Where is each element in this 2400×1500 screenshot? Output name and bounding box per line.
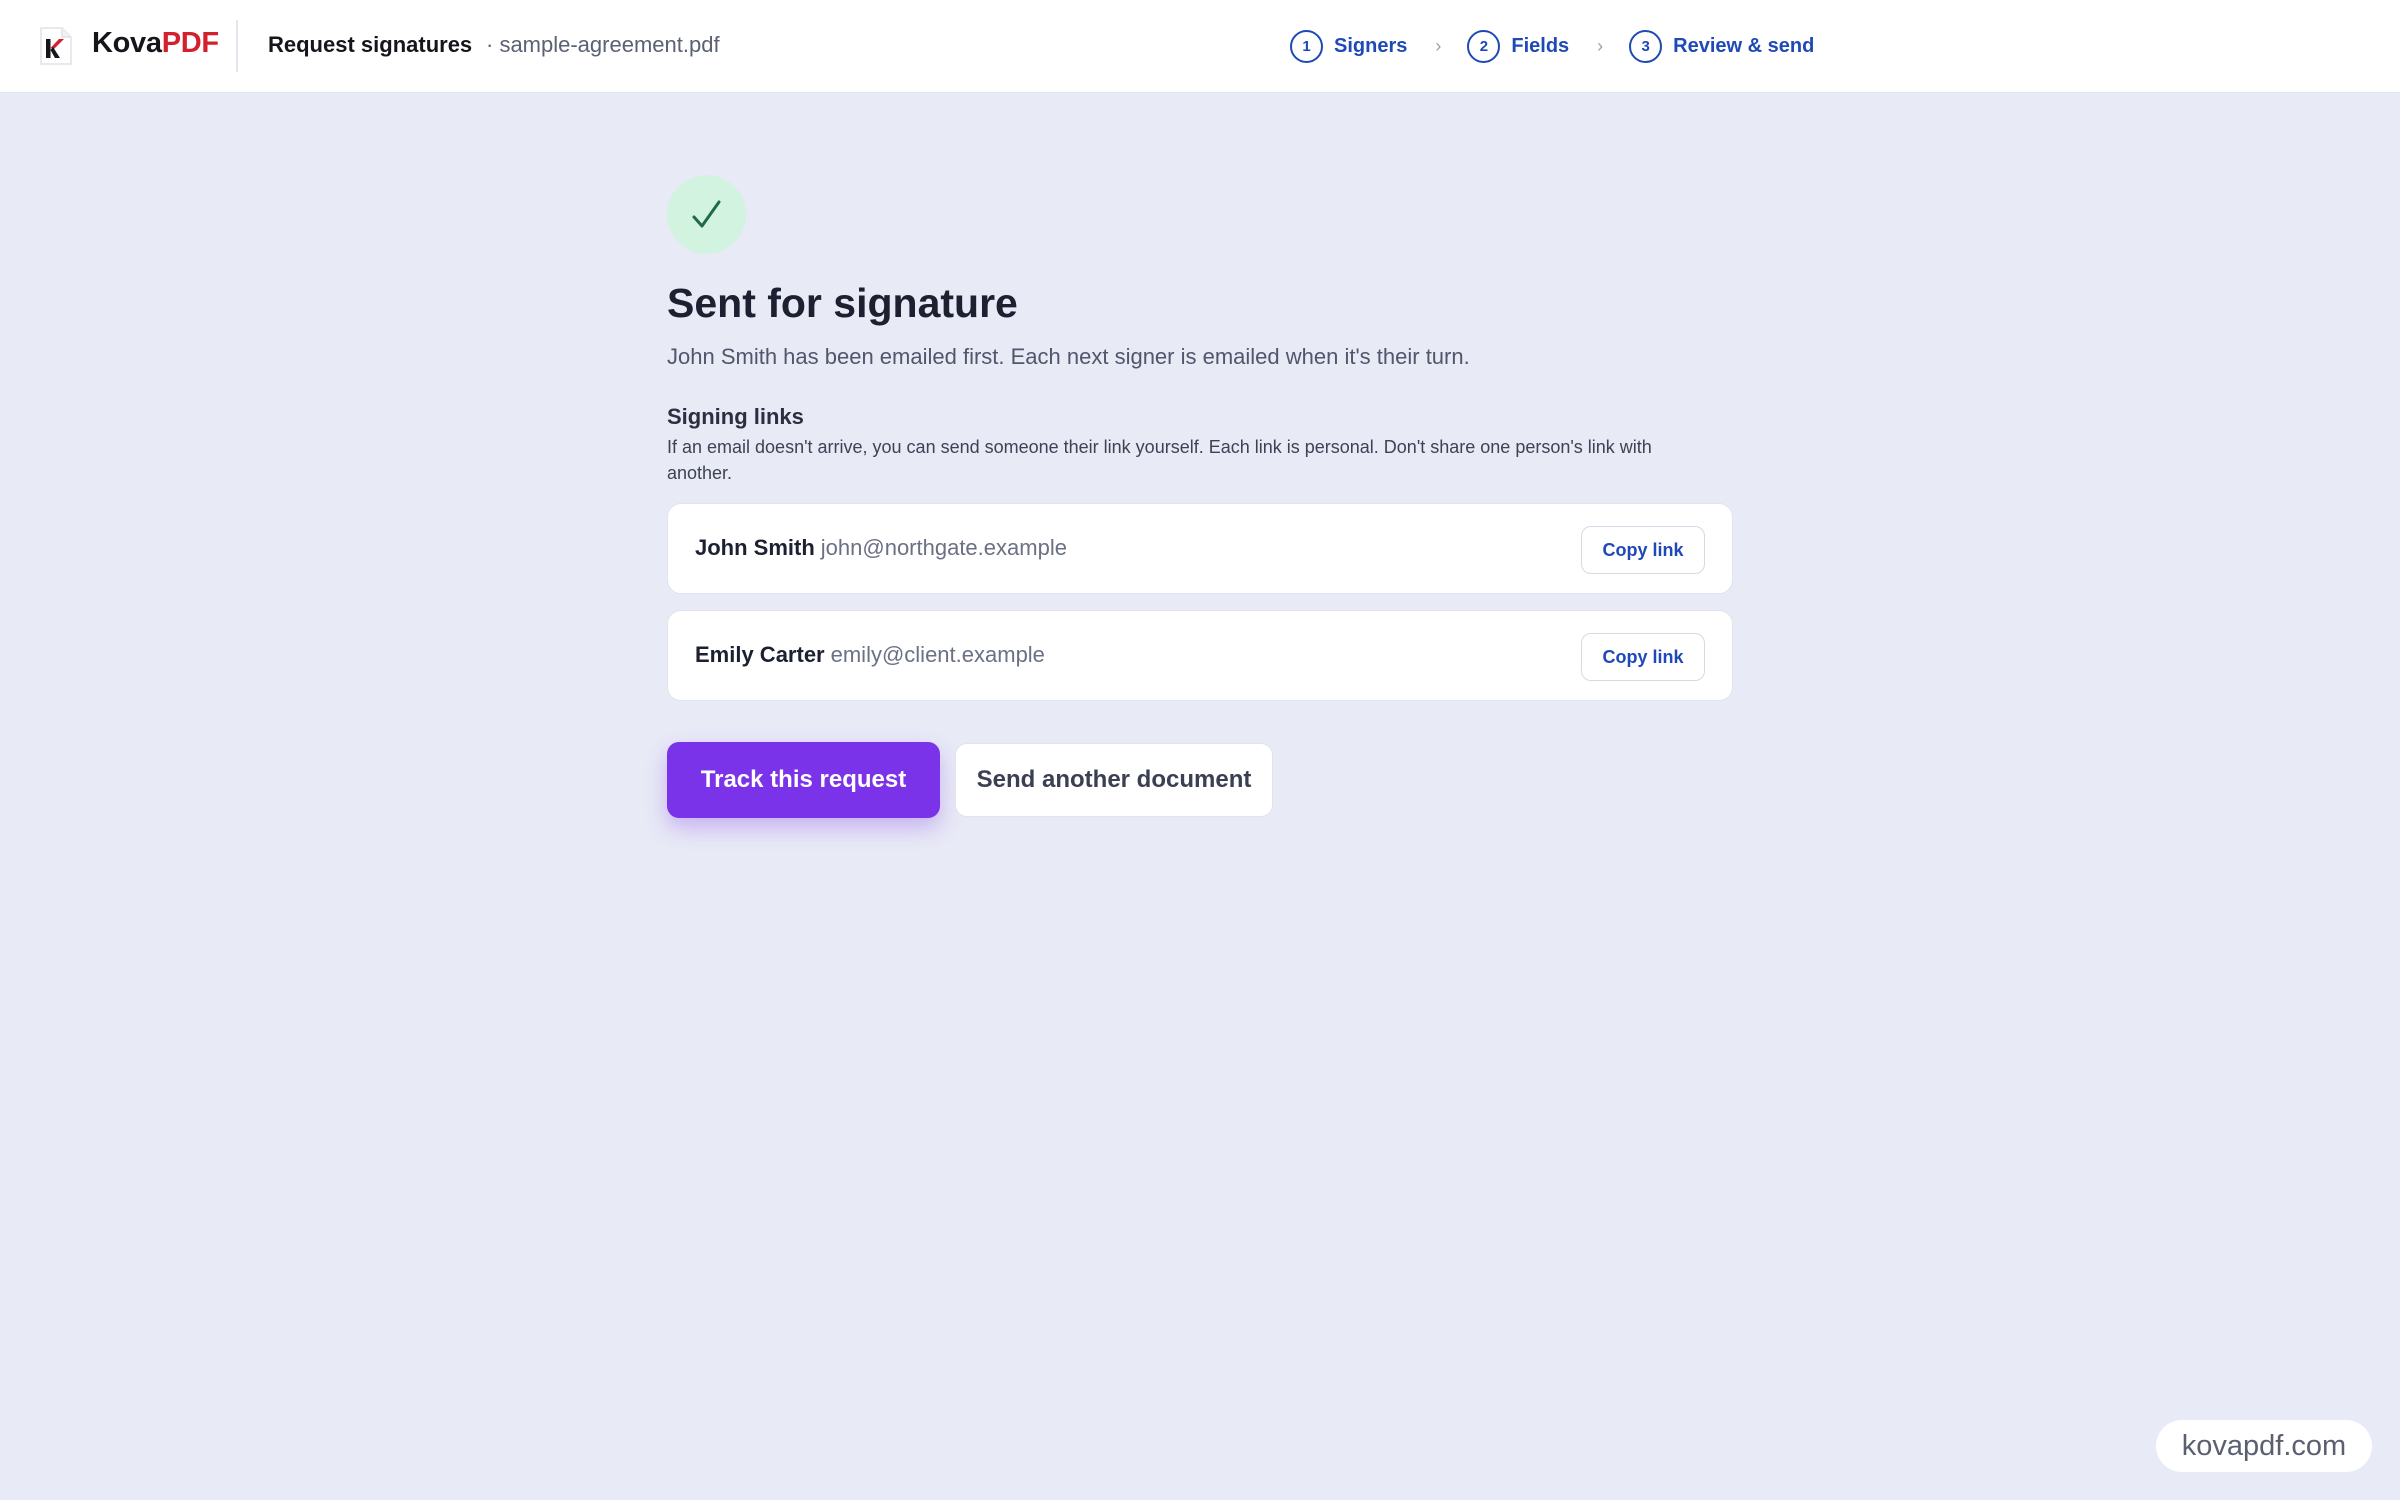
checkmark-icon — [692, 200, 720, 227]
brand-name-part2: PDF — [161, 27, 219, 59]
signer-name: Emily Carter — [695, 642, 825, 667]
signing-links-help: If an email doesn't arrive, you can send… — [667, 437, 1652, 483]
header-divider — [236, 20, 238, 72]
step-label: Review & send — [1673, 34, 1815, 57]
site-watermark: kovapdf.com — [2156, 1420, 2372, 1472]
copy-link-button[interactable]: Copy link — [1581, 526, 1705, 574]
document-file-name: · sample-agreement.pdf — [486, 32, 720, 57]
signer-card: Emily Carter emily@client.example Copy li… — [667, 610, 1733, 701]
brand-name-part1: Kova — [92, 27, 162, 59]
step-label: Fields — [1511, 34, 1570, 57]
step-number: 3 — [1629, 29, 1663, 63]
signer-info: Emily Carter emily@client.example — [695, 642, 1045, 668]
signer-name: John Smith — [695, 535, 815, 560]
confirmation-heading: Sent for signature — [667, 280, 1018, 326]
confirmation-subtext: John Smith has been emailed first. Each … — [667, 344, 1470, 369]
track-request-button[interactable]: Track this request — [667, 742, 940, 818]
chevron-right-icon: › — [1435, 35, 1442, 56]
signer-email: emily@client.example — [830, 642, 1045, 667]
step-number: 2 — [1467, 29, 1501, 63]
step-fields[interactable]: 2 Fields — [1467, 29, 1570, 63]
step-label: Signers — [1334, 34, 1408, 57]
step-number: 1 — [1290, 29, 1323, 63]
signer-email: john@northgate.example — [820, 535, 1067, 560]
top-bar: KovaPDF Request signatures · sample-agre… — [0, 0, 2400, 93]
chevron-right-icon: › — [1597, 35, 1604, 56]
success-badge — [667, 175, 746, 254]
signer-info: John Smith john@northgate.example — [695, 535, 1067, 561]
step-signers[interactable]: 1 Signers — [1290, 29, 1408, 63]
wizard-steps: 1 Signers › 2 Fields › 3 Review & send — [1290, 29, 1814, 63]
page-title: Request signatures — [268, 32, 473, 57]
signer-card: John Smith john@northgate.example Copy li… — [667, 503, 1733, 594]
copy-link-button[interactable]: Copy link — [1581, 633, 1705, 681]
brand-name[interactable]: KovaPDF — [92, 27, 219, 60]
send-another-document-button[interactable]: Send another document — [955, 743, 1273, 817]
signing-links-title: Signing links — [667, 404, 804, 429]
kovapdf-logo-icon[interactable] — [38, 26, 74, 66]
step-review-send[interactable]: 3 Review & send — [1629, 29, 1815, 63]
